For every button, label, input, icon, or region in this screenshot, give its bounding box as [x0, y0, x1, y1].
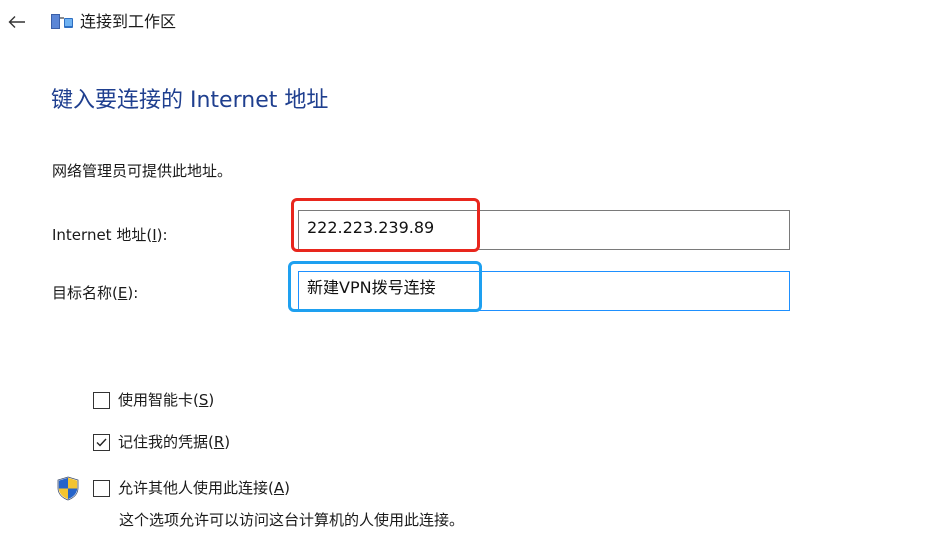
- allow-others-checkbox[interactable]: [93, 479, 110, 497]
- back-button[interactable]: [2, 8, 32, 36]
- allow-others-description: 这个选项允许可以访问这台计算机的人使用此连接。: [119, 511, 465, 529]
- info-text: 网络管理员可提供此地址。: [52, 162, 233, 180]
- destination-name-label: 目标名称(E):: [52, 284, 139, 302]
- remember-credentials-checkbox[interactable]: [93, 433, 110, 451]
- remember-credentials-option[interactable]: 记住我的凭据(R): [93, 431, 230, 453]
- title-bar: 连接到工作区: [0, 0, 934, 44]
- workplace-network-icon: [51, 14, 73, 29]
- remember-credentials-label: 记住我的凭据(R): [118, 433, 231, 451]
- uac-shield-icon: [57, 476, 79, 501]
- internet-address-input[interactable]: [298, 210, 790, 250]
- smart-card-checkbox[interactable]: [93, 391, 110, 409]
- window-title: 连接到工作区: [80, 12, 177, 31]
- destination-name-accesskey: E: [117, 284, 128, 302]
- page-heading: 键入要连接的 Internet 地址: [51, 88, 329, 113]
- smart-card-label: 使用智能卡(S): [118, 391, 215, 409]
- destination-name-input[interactable]: [298, 271, 790, 311]
- allow-others-label: 允许其他人使用此连接(A): [118, 479, 290, 497]
- arrow-left-icon: [8, 16, 25, 28]
- checkmark-icon: [96, 438, 107, 447]
- smart-card-option[interactable]: 使用智能卡(S): [93, 389, 214, 411]
- internet-address-label: Internet 地址(I):: [52, 226, 168, 244]
- allow-others-option[interactable]: 允许其他人使用此连接(A): [93, 477, 290, 499]
